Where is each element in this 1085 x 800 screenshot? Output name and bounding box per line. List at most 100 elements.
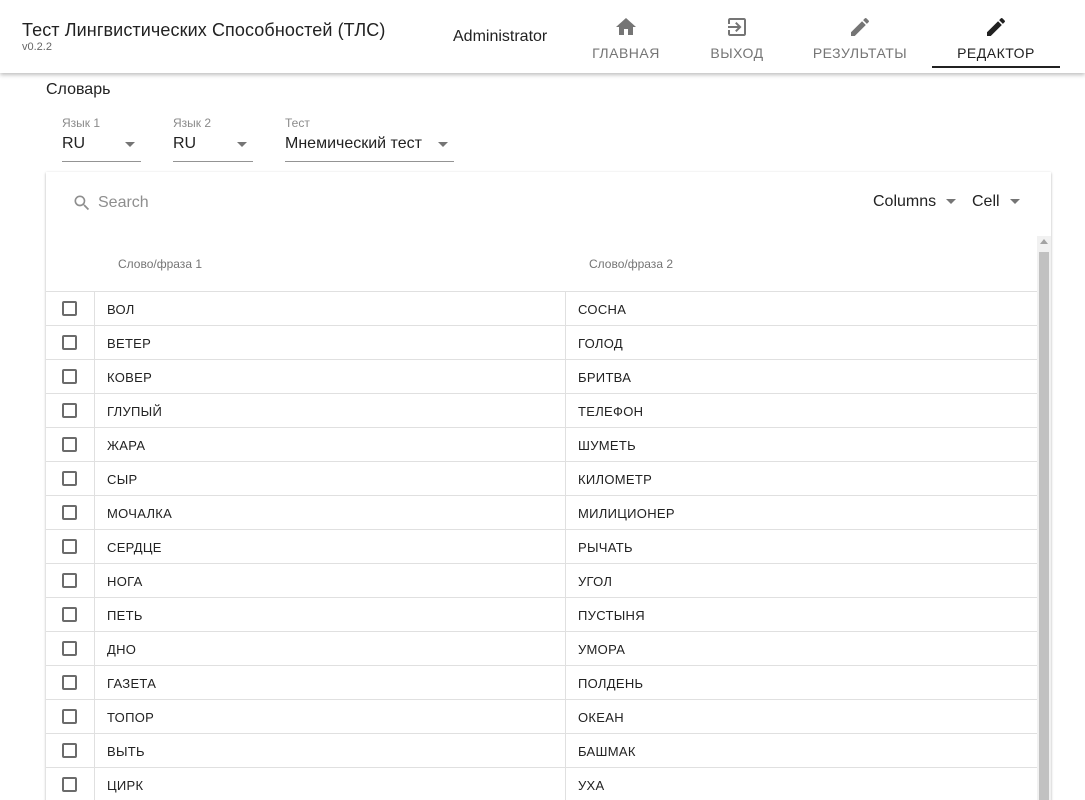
- table-row[interactable]: ПЕТЬ ПУСТЫНЯ: [46, 598, 1037, 632]
- cell-word2[interactable]: ПУСТЫНЯ: [578, 608, 645, 623]
- cell-word1[interactable]: ВЫТЬ: [107, 744, 145, 759]
- app-version: v0.2.2: [22, 41, 52, 53]
- cell-divider: [94, 666, 95, 700]
- table-row[interactable]: ВЫТЬ БАШМАК: [46, 734, 1037, 768]
- cell-divider: [565, 700, 566, 734]
- lang1-select[interactable]: Язык 1 RU: [62, 116, 141, 162]
- row-checkbox[interactable]: [62, 709, 77, 724]
- cell-word1[interactable]: СЕРДЦЕ: [107, 540, 162, 555]
- scroll-up-arrow-icon[interactable]: [1040, 239, 1048, 244]
- row-checkbox[interactable]: [62, 471, 77, 486]
- row-checkbox[interactable]: [62, 335, 77, 350]
- vertical-scrollbar[interactable]: [1037, 236, 1051, 800]
- cell-divider: [565, 292, 566, 326]
- columns-label: Columns: [873, 193, 937, 210]
- row-checkbox[interactable]: [62, 437, 77, 452]
- cell-word2[interactable]: ТЕЛЕФОН: [578, 404, 643, 419]
- search-input[interactable]: [98, 190, 398, 216]
- cell-word2[interactable]: БАШМАК: [578, 744, 636, 759]
- cell-word1[interactable]: ВЕТЕР: [107, 336, 151, 351]
- page-title: Словарь: [46, 81, 111, 98]
- cell-divider: [565, 462, 566, 496]
- cell-word1[interactable]: ГЛУПЫЙ: [107, 404, 162, 419]
- columns-dropdown[interactable]: Columns: [873, 193, 957, 211]
- chevron-down-icon: [438, 142, 448, 147]
- table-row[interactable]: ДНО УМОРА: [46, 632, 1037, 666]
- cell-word2[interactable]: БРИТВА: [578, 370, 631, 385]
- cell-divider: [565, 360, 566, 394]
- row-checkbox[interactable]: [62, 505, 77, 520]
- app-title: Тест Лингвистических Способностей (ТЛС): [22, 20, 386, 40]
- cell-word1[interactable]: МОЧАЛКА: [107, 506, 172, 521]
- cell-divider: [565, 394, 566, 428]
- row-checkbox[interactable]: [62, 573, 77, 588]
- cell-divider: [565, 734, 566, 768]
- cell-word1[interactable]: ДНО: [107, 642, 136, 657]
- lang2-select[interactable]: Язык 2 RU: [173, 116, 253, 162]
- row-checkbox[interactable]: [62, 675, 77, 690]
- cell-divider: [94, 700, 95, 734]
- cell-word1[interactable]: ЦИРК: [107, 778, 143, 793]
- nav-editor-button[interactable]: РЕДАКТОР: [932, 0, 1060, 73]
- table-row[interactable]: ВОЛ СОСНА: [46, 292, 1037, 326]
- cell-word1[interactable]: ВОЛ: [107, 302, 135, 317]
- row-checkbox[interactable]: [62, 301, 77, 316]
- cell-dropdown[interactable]: Cell: [972, 193, 1020, 211]
- cell-divider: [94, 360, 95, 394]
- chevron-down-icon: [1009, 199, 1020, 205]
- table-row[interactable]: ЖАРА ШУМЕТЬ: [46, 428, 1037, 462]
- table-row[interactable]: СЕРДЦЕ РЫЧАТЬ: [46, 530, 1037, 564]
- table-row[interactable]: ТОПОР ОКЕАН: [46, 700, 1037, 734]
- column-header-word1[interactable]: Слово/фраза 1: [118, 257, 202, 271]
- test-label: Тест: [285, 116, 310, 130]
- cell-word1[interactable]: НОГА: [107, 574, 143, 589]
- cell-word2[interactable]: УХА: [578, 778, 605, 793]
- chevron-down-icon: [946, 199, 957, 205]
- nav-home-button[interactable]: ГЛАВНАЯ: [590, 0, 662, 73]
- table-row[interactable]: ЦИРК УХА: [46, 768, 1037, 800]
- row-checkbox[interactable]: [62, 743, 77, 758]
- cell-word2[interactable]: ПОЛДЕНЬ: [578, 676, 643, 691]
- nav-results-button[interactable]: РЕЗУЛЬТАТЫ: [810, 0, 910, 73]
- cell-word2[interactable]: ГОЛОД: [578, 336, 623, 351]
- row-checkbox[interactable]: [62, 607, 77, 622]
- cell-divider: [94, 734, 95, 768]
- table-row[interactable]: НОГА УГОЛ: [46, 564, 1037, 598]
- cell-word2[interactable]: ОКЕАН: [578, 710, 624, 725]
- cell-divider: [565, 666, 566, 700]
- cell-word2[interactable]: РЫЧАТЬ: [578, 540, 633, 555]
- cell-divider: [94, 292, 95, 326]
- table-row[interactable]: МОЧАЛКА МИЛИЦИОНЕР: [46, 496, 1037, 530]
- app-bar: Тест Лингвистических Способностей (ТЛС) …: [0, 0, 1085, 73]
- table-row[interactable]: КОВЕР БРИТВА: [46, 360, 1037, 394]
- table-row[interactable]: ВЕТЕР ГОЛОД: [46, 326, 1037, 360]
- row-checkbox[interactable]: [62, 641, 77, 656]
- row-checkbox[interactable]: [62, 403, 77, 418]
- table-row[interactable]: СЫР КИЛОМЕТР: [46, 462, 1037, 496]
- cell-word1[interactable]: ГАЗЕТА: [107, 676, 156, 691]
- column-header-word2[interactable]: Слово/фраза 2: [589, 257, 673, 271]
- row-checkbox[interactable]: [62, 539, 77, 554]
- cell-divider: [565, 428, 566, 462]
- cell-word2[interactable]: КИЛОМЕТР: [578, 472, 652, 487]
- row-checkbox[interactable]: [62, 777, 77, 792]
- cell-divider: [565, 496, 566, 530]
- nav-logout-button[interactable]: ВЫХОД: [706, 0, 768, 73]
- cell-word2[interactable]: УГОЛ: [578, 574, 612, 589]
- cell-word1[interactable]: ПЕТЬ: [107, 608, 143, 623]
- cell-word1[interactable]: ЖАРА: [107, 438, 145, 453]
- cell-word1[interactable]: КОВЕР: [107, 370, 152, 385]
- user-name: Administrator: [453, 28, 548, 45]
- cell-word2[interactable]: УМОРА: [578, 642, 625, 657]
- test-select[interactable]: Тест Мнемический тест: [285, 116, 454, 162]
- table-row[interactable]: ГАЗЕТА ПОЛДЕНЬ: [46, 666, 1037, 700]
- scrollbar-thumb[interactable]: [1039, 252, 1049, 800]
- cell-word1[interactable]: СЫР: [107, 472, 137, 487]
- table-row[interactable]: ГЛУПЫЙ ТЕЛЕФОН: [46, 394, 1037, 428]
- cell-word2[interactable]: ШУМЕТЬ: [578, 438, 636, 453]
- row-checkbox[interactable]: [62, 369, 77, 384]
- cell-word2[interactable]: МИЛИЦИОНЕР: [578, 506, 675, 521]
- cell-word1[interactable]: ТОПОР: [107, 710, 154, 725]
- search-icon: [72, 193, 92, 213]
- cell-word2[interactable]: СОСНА: [578, 302, 626, 317]
